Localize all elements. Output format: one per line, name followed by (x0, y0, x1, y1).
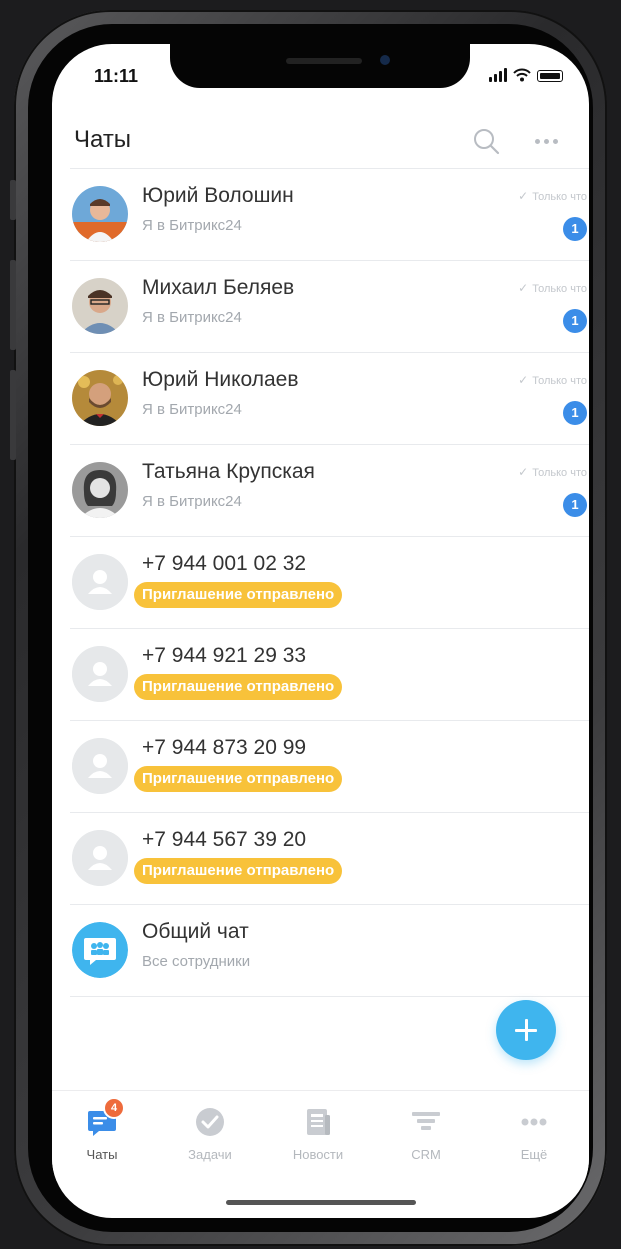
user-placeholder-icon (72, 738, 128, 794)
avatar (72, 462, 128, 518)
chat-subtitle: Я в Битрикс24 (142, 401, 242, 418)
crm-funnel-icon (412, 1112, 440, 1130)
tab-chats[interactable]: 4 Чаты (52, 1097, 152, 1162)
chat-name: Михаил Беляев (142, 276, 295, 299)
chat-subtitle: Все сотрудники (142, 953, 251, 970)
group-chat-row[interactable]: Общий чат Все сотрудники (70, 904, 589, 997)
tasks-check-icon (196, 1108, 224, 1136)
tab-tasks[interactable]: Задачи (160, 1105, 260, 1162)
speaker (286, 58, 362, 64)
home-indicator (226, 1200, 416, 1205)
check-icon: ✓ (518, 189, 529, 203)
check-icon: ✓ (518, 281, 529, 295)
page-title: Чаты (74, 126, 132, 153)
unread-counter: 1 (563, 401, 587, 425)
tab-more[interactable]: Ещё (484, 1105, 584, 1162)
invite-status-badge: Приглашение отправлено (134, 582, 343, 608)
notch (170, 44, 470, 88)
chat-row-3[interactable]: Юрий Николаев Я в Битрикс24 ✓ Только что … (70, 352, 589, 444)
unread-counter: 1 (563, 217, 587, 241)
more-dots-icon (521, 1118, 547, 1126)
invite-phone: +7 944 873 20 99 (142, 736, 307, 759)
app-screen: 11:11 Чаты Юрий Волошин Я в Битрикс24 ✓ … (52, 44, 589, 1218)
chat-name: Общий чат (142, 920, 249, 943)
invite-row-4[interactable]: +7 944 567 39 20 Приглашение отправлено (70, 812, 589, 904)
front-camera (380, 55, 390, 65)
user-placeholder-icon (72, 646, 128, 702)
tab-label: Новости (292, 1147, 344, 1162)
wifi-icon (513, 68, 531, 82)
news-icon (307, 1109, 330, 1135)
invite-phone: +7 944 921 29 33 (142, 644, 307, 667)
chat-time: ✓ Только что (518, 465, 587, 479)
avatar (72, 370, 128, 426)
header: Чаты (52, 122, 589, 166)
tab-label: Задачи (188, 1147, 232, 1162)
add-chat-button[interactable] (496, 1000, 556, 1060)
tab-news[interactable]: Новости (268, 1105, 368, 1162)
chat-time: ✓ Только что (518, 189, 587, 203)
chat-time: ✓ Только что (518, 281, 587, 295)
unread-counter: 1 (563, 309, 587, 333)
avatar (72, 278, 128, 334)
check-icon: ✓ (518, 465, 529, 479)
avatar (72, 186, 128, 242)
invite-row-3[interactable]: +7 944 873 20 99 Приглашение отправлено (70, 720, 589, 812)
mute-switch (10, 180, 16, 220)
invite-status-badge: Приглашение отправлено (134, 674, 343, 700)
invite-status-badge: Приглашение отправлено (134, 766, 343, 792)
invite-phone: +7 944 567 39 20 (142, 828, 307, 851)
tab-bar: 4 Чаты Задачи Новости CRM Ещё (52, 1090, 589, 1181)
chat-subtitle: Я в Битрикс24 (142, 217, 242, 234)
chat-row-4[interactable]: Татьяна Крупская Я в Битрикс24 ✓ Только ч… (70, 444, 589, 536)
group-chat-icon (72, 922, 128, 978)
battery-icon (537, 70, 563, 82)
tab-badge: 4 (103, 1097, 125, 1119)
tab-label: CRM (411, 1147, 441, 1162)
unread-counter: 1 (563, 493, 587, 517)
tab-label: Ещё (520, 1147, 548, 1162)
status-time: 11:11 (94, 66, 139, 86)
chat-list: Юрий Волошин Я в Битрикс24 ✓ Только что 1… (70, 168, 589, 997)
invite-row-2[interactable]: +7 944 921 29 33 Приглашение отправлено (70, 628, 589, 720)
chat-row-1[interactable]: Юрий Волошин Я в Битрикс24 ✓ Только что 1 (70, 168, 589, 260)
tab-label: Чаты (86, 1147, 118, 1162)
user-placeholder-icon (72, 554, 128, 610)
chat-time: ✓ Только что (518, 373, 587, 387)
invite-row-1[interactable]: +7 944 001 02 32 Приглашение отправлено (70, 536, 589, 628)
signal-icon (489, 68, 507, 82)
invite-phone: +7 944 001 02 32 (142, 552, 307, 575)
chat-subtitle: Я в Битрикс24 (142, 309, 242, 326)
status-icons (489, 68, 563, 82)
chat-name: Татьяна Крупская (142, 460, 315, 483)
check-icon: ✓ (518, 373, 529, 387)
invite-status-badge: Приглашение отправлено (134, 858, 343, 884)
volume-down-button (10, 370, 16, 460)
tab-crm[interactable]: CRM (376, 1105, 476, 1162)
chat-name: Юрий Николаев (142, 368, 299, 391)
user-placeholder-icon (72, 830, 128, 886)
search-icon[interactable] (471, 126, 501, 156)
chat-row-2[interactable]: Михаил Беляев Я в Битрикс24 ✓ Только что … (70, 260, 589, 352)
chat-name: Юрий Волошин (142, 184, 294, 207)
volume-up-button (10, 260, 16, 350)
more-icon[interactable] (531, 130, 561, 152)
chat-subtitle: Я в Битрикс24 (142, 493, 242, 510)
